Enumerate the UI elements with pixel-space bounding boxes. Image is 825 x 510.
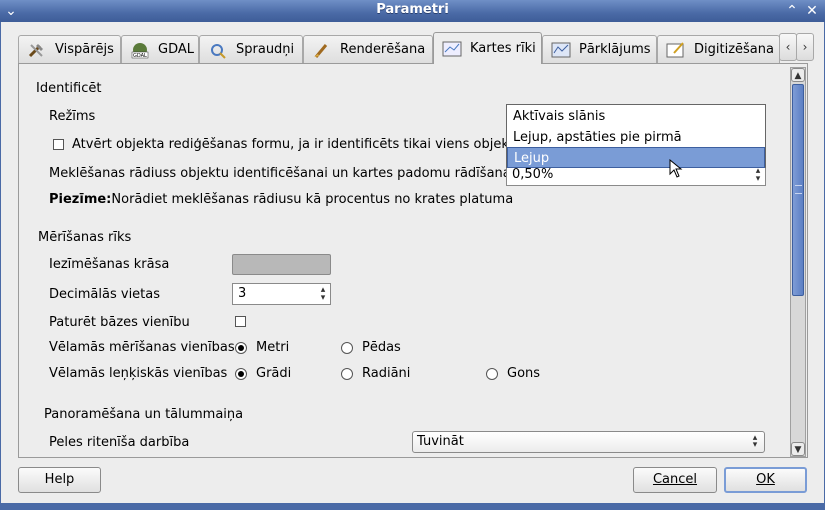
tab-label: Digitizēšana: [694, 42, 774, 57]
angle-gons-label: Gons: [507, 366, 541, 381]
combo-arrows-icon: ▴ ▾: [752, 433, 758, 450]
mode-option-top-down[interactable]: Lejup: [507, 147, 765, 168]
note-text: Piezīme:Norādiet meklēšanas rādiusu kā p…: [49, 192, 513, 207]
svg-text:GDAL: GDAL: [133, 53, 147, 59]
tab-bar: Vispārējs GDAL GDAL Spraudņi Renderēšana…: [18, 32, 780, 64]
tab-scroll-left-button[interactable]: ‹: [779, 33, 797, 61]
ok-button[interactable]: OK: [724, 467, 807, 493]
tab-spraudni[interactable]: Spraudņi: [199, 35, 303, 63]
gdal-icon: GDAL: [130, 41, 150, 59]
mouse-wheel-label: Peles ritenīša darbība: [49, 435, 190, 450]
thumb-grip: [795, 185, 802, 194]
angle-units-label: Vēlamās leņķiskās vienības: [49, 366, 228, 381]
spin-arrows-icon[interactable]: ▴ ▾: [317, 286, 329, 303]
scroll-up-icon[interactable]: ▲: [791, 68, 805, 82]
help-button[interactable]: Help: [18, 467, 101, 493]
units-metri-radio[interactable]: [235, 342, 247, 354]
tab-label: Vispārējs: [55, 42, 114, 57]
tab-label: Spraudņi: [236, 42, 295, 57]
scroll-down-icon[interactable]: ▼: [791, 442, 805, 456]
angle-gradi-label: Grādi: [256, 366, 292, 381]
tab-label: Kartes rīki: [470, 41, 536, 56]
note-bold: Piezīme:: [49, 192, 112, 207]
map-tools-icon: [442, 40, 462, 58]
mouse-wheel-value: Tuvināt: [417, 434, 464, 449]
rubberband-color-button[interactable]: [232, 254, 331, 275]
cancel-button-label: Cancel: [652, 472, 698, 487]
measure-section-title: Mērīšanas rīks: [38, 230, 132, 245]
search-radius-label: Meklēšanas rādiuss objektu identificēšan…: [49, 166, 515, 181]
maximize-icon[interactable]: ⌃: [783, 2, 801, 20]
angle-gons-radio[interactable]: [486, 368, 498, 380]
brush-icon: [312, 41, 332, 59]
plugin-icon: [208, 41, 228, 59]
mouse-cursor-icon: [669, 159, 683, 178]
tab-visparejs[interactable]: Vispārējs: [18, 35, 121, 63]
identify-mode-dropdown[interactable]: Aktīvais slānis Lejup, apstāties pie pir…: [506, 104, 766, 168]
tab-scroll-right-button[interactable]: ›: [796, 33, 814, 61]
decimals-value: 3: [238, 286, 247, 301]
open-form-checkbox-label: Atvērt objekta rediģēšanas formu, ja ir …: [72, 137, 521, 152]
window-title: Parametri: [376, 2, 449, 17]
measure-units-label: Vēlamās mērīšanas vienības: [49, 340, 235, 355]
tab-label: Pārklājums: [579, 42, 651, 57]
spin-arrows-icon[interactable]: ▴ ▾: [752, 167, 764, 184]
ok-button-label: OK: [756, 472, 775, 487]
rubberband-color-label: Iezīmēšanas krāsa: [49, 257, 170, 272]
angle-radiani-label: Radiāni: [362, 366, 411, 381]
title-bar[interactable]: ⌄ Parametri ⌃ ✕: [0, 0, 825, 22]
note-body: Norādiet meklēšanas rādiusu kā procentus…: [111, 192, 514, 207]
tools-icon: [27, 41, 47, 59]
angle-radiani-radio[interactable]: [341, 368, 353, 380]
angle-gradi-radio[interactable]: [235, 368, 247, 380]
open-form-checkbox[interactable]: [53, 139, 64, 150]
identify-section-title: Identificēt: [36, 81, 102, 96]
tab-parklajums[interactable]: Pārklājums: [542, 35, 657, 63]
decimals-label: Decimālās vietas: [49, 287, 161, 302]
close-icon[interactable]: ✕: [803, 2, 821, 20]
tab-label: Renderēšana: [340, 42, 426, 57]
tab-kartes-riki[interactable]: Kartes rīki: [433, 32, 542, 64]
units-pedas-label: Pēdas: [362, 340, 401, 355]
units-metri-label: Metri: [256, 340, 290, 355]
window-bottom-border: [0, 503, 825, 510]
tab-rendersana[interactable]: Renderēšana: [303, 35, 433, 63]
digitize-icon: [666, 41, 686, 59]
preferences-window: ⌄ Parametri ⌃ ✕ Vispārējs GDAL GDAL Spra…: [0, 0, 825, 510]
tab-digitizesana[interactable]: Digitizēšana: [657, 35, 780, 63]
keep-base-unit-checkbox[interactable]: [235, 316, 246, 327]
identify-mode-label: Režīms: [49, 109, 96, 124]
cancel-button[interactable]: Cancel: [633, 467, 717, 493]
decimals-spinbox[interactable]: 3 ▴ ▾: [232, 283, 331, 305]
search-radius-value: 0,50%: [512, 167, 554, 182]
mouse-wheel-combo[interactable]: Tuvināt ▴ ▾: [412, 431, 765, 453]
mode-option-top-down-stop[interactable]: Lejup, apstāties pie pirmā: [507, 127, 765, 148]
units-pedas-radio[interactable]: [341, 342, 353, 354]
mode-option-active-layer[interactable]: Aktīvais slānis: [507, 106, 765, 127]
overlay-icon: [551, 41, 571, 59]
tab-gdal[interactable]: GDAL GDAL: [121, 35, 199, 63]
panel-scrollbar[interactable]: ▲ ▼: [790, 67, 806, 457]
tab-label: GDAL: [158, 42, 194, 57]
keep-base-unit-label: Paturēt bāzes vienību: [49, 315, 190, 330]
pan-zoom-section-title: Panoramēšana un tālummaiņa: [44, 407, 244, 422]
scrollbar-thumb[interactable]: [792, 84, 804, 296]
